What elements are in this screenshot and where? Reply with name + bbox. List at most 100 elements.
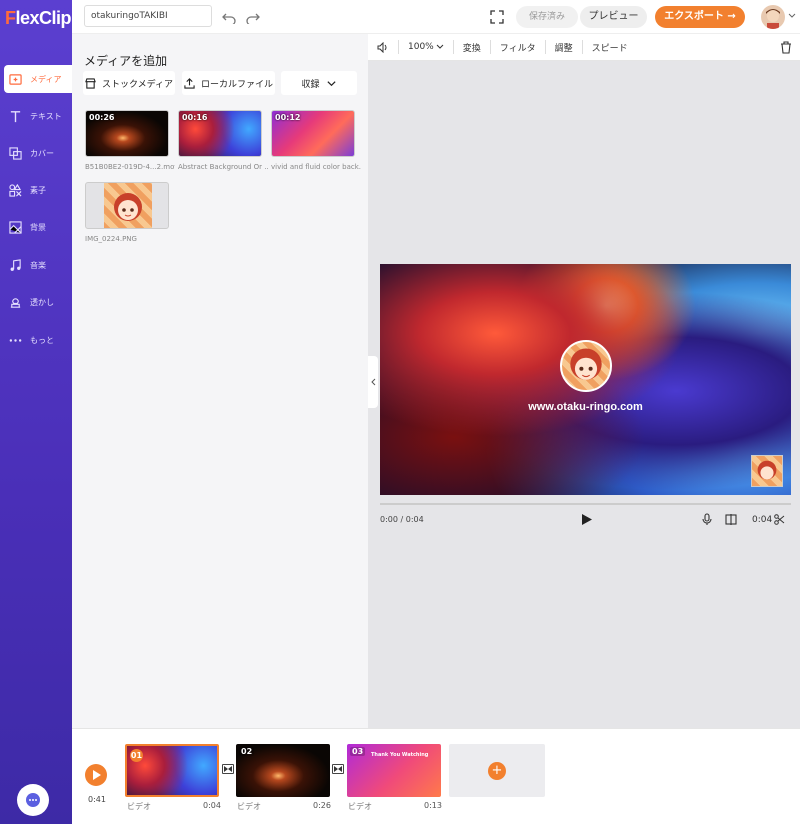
timeline-clip[interactable]: 03 Thank You Watching	[347, 744, 441, 797]
saved-status: 保存済み	[516, 6, 578, 28]
transition-icon	[224, 766, 232, 772]
chevron-down-icon	[436, 44, 444, 49]
export-button[interactable]: エクスポート →	[655, 6, 745, 28]
upload-icon	[184, 77, 195, 89]
watermark-icon	[8, 295, 22, 309]
adjust-tool[interactable]: 調整	[546, 40, 583, 54]
volume-control[interactable]	[368, 40, 399, 54]
video-url-text[interactable]: www.otaku-ringo.com	[380, 401, 791, 413]
timeline-play-button[interactable]	[85, 764, 107, 786]
media-thumbnail[interactable]: 00:12	[271, 110, 355, 157]
local-file-button[interactable]: ローカルファイル	[182, 71, 275, 95]
sidebar-item-label: 背景	[30, 222, 46, 232]
media-thumbnail[interactable]	[85, 182, 169, 229]
chevron-left-icon	[371, 378, 376, 386]
music-icon	[8, 258, 22, 272]
media-name: Abstract Background Or ...	[178, 163, 268, 171]
watermark-overlay[interactable]	[751, 455, 783, 487]
sidebar-item-music[interactable]: 音楽	[4, 251, 72, 279]
playback-progress[interactable]	[380, 503, 791, 505]
video-avatar-overlay[interactable]	[560, 340, 612, 392]
edit-toolbar: 100% 変換 フィルタ 調整 スピード	[368, 34, 800, 61]
stock-media-button[interactable]: ストックメディア	[83, 71, 175, 95]
sidebar-item-label: もっと	[30, 335, 54, 345]
add-clip-button[interactable]: +	[449, 744, 545, 797]
project-name-input[interactable]: otakuringoTAKIBI	[84, 5, 212, 27]
chat-button[interactable]	[17, 784, 49, 816]
chevron-down-icon[interactable]	[788, 12, 796, 20]
sidebar-item-more[interactable]: もっと	[4, 326, 72, 354]
sidebar-item-watermark[interactable]: 透かし	[4, 288, 72, 316]
timeline-clip[interactable]: 02	[236, 744, 330, 797]
media-icon	[8, 72, 22, 86]
collapse-panel-button[interactable]	[368, 356, 378, 408]
transition-button[interactable]	[332, 764, 344, 774]
transition-icon	[334, 766, 342, 772]
fullscreen-icon[interactable]	[490, 10, 504, 24]
text-icon	[8, 109, 22, 123]
split-screen-icon[interactable]	[725, 513, 737, 526]
user-avatar[interactable]	[761, 5, 785, 29]
collect-label: 収録	[301, 79, 320, 90]
plus-icon: +	[488, 761, 506, 780]
media-thumbnail[interactable]: 00:26	[85, 110, 169, 157]
play-icon[interactable]	[580, 513, 593, 526]
sidebar-item-label: カバー	[30, 148, 54, 158]
clip-label: ビデオ	[237, 802, 261, 811]
more-icon	[8, 333, 22, 347]
media-duration: 00:16	[182, 113, 208, 122]
microphone-icon[interactable]	[701, 513, 713, 526]
panel-title: メディアを追加	[84, 54, 168, 68]
media-name: B51B0BE2-019D-4...2.mov	[85, 163, 175, 171]
chat-icon	[26, 793, 40, 807]
media-duration: 00:12	[275, 113, 301, 122]
local-file-label: ローカルファイル	[200, 79, 273, 90]
clip-duration: 0:26	[313, 801, 331, 810]
media-panel: メディアを追加 ストックメディア ローカルファイル 収録 00:26 B51B0…	[72, 34, 368, 728]
background-icon	[8, 220, 22, 234]
zoom-value: 100%	[408, 42, 434, 52]
sidebar-item-label: 素子	[30, 185, 46, 195]
media-name: vivid and fluid color back...	[271, 163, 361, 171]
clip-duration: 0:04	[203, 801, 221, 810]
sidebar-item-label: テキスト	[30, 111, 62, 121]
sidebar: FlexClip メディア テキスト カバー 素子 背景 音楽 透かし もっと	[0, 0, 72, 824]
flexclip-logo[interactable]: FlexClip	[5, 8, 72, 29]
scissors-icon[interactable]	[774, 514, 785, 525]
sidebar-item-media[interactable]: メディア	[4, 65, 72, 93]
timeline-total-time: 0:41	[88, 795, 106, 804]
trash-icon[interactable]	[780, 41, 792, 54]
clip-overlay-text: Thank You Watching	[371, 752, 429, 758]
elements-icon	[8, 183, 22, 197]
sidebar-item-text[interactable]: テキスト	[4, 102, 72, 130]
transform-tool[interactable]: 変換	[454, 40, 491, 54]
volume-icon	[377, 41, 387, 53]
media-name: IMG_0224.PNG	[85, 235, 137, 243]
sidebar-item-background[interactable]: 背景	[4, 213, 72, 241]
redo-icon[interactable]	[246, 10, 260, 24]
timeline-clip[interactable]: 01	[125, 744, 219, 797]
sidebar-item-label: メディア	[30, 74, 62, 84]
transition-button[interactable]	[222, 764, 234, 774]
store-icon	[85, 77, 96, 89]
cover-icon	[8, 146, 22, 160]
speed-tool[interactable]: スピード	[583, 40, 637, 54]
top-bar: otakuringoTAKIBI 保存済み プレビュー エクスポート →	[72, 0, 800, 34]
zoom-dropdown[interactable]: 100%	[399, 40, 454, 54]
media-duration: 00:26	[89, 113, 115, 122]
clip-label: ビデオ	[348, 802, 372, 811]
clip-number: 01	[130, 749, 143, 762]
sidebar-item-elements[interactable]: 素子	[4, 176, 72, 204]
video-preview[interactable]: www.otaku-ringo.com	[380, 264, 791, 495]
collect-dropdown[interactable]: 収録	[281, 71, 357, 95]
filter-tool[interactable]: フィルタ	[491, 40, 546, 54]
preview-button[interactable]: プレビュー	[580, 6, 647, 28]
media-thumbnail[interactable]: 00:16	[178, 110, 262, 157]
sidebar-item-cover[interactable]: カバー	[4, 139, 72, 167]
sidebar-item-label: 音楽	[30, 260, 46, 270]
clip-length: 0:04	[752, 515, 773, 525]
clip-label: ビデオ	[127, 802, 151, 811]
undo-icon[interactable]	[222, 10, 236, 24]
sidebar-item-label: 透かし	[30, 297, 54, 307]
play-icon	[92, 770, 101, 780]
